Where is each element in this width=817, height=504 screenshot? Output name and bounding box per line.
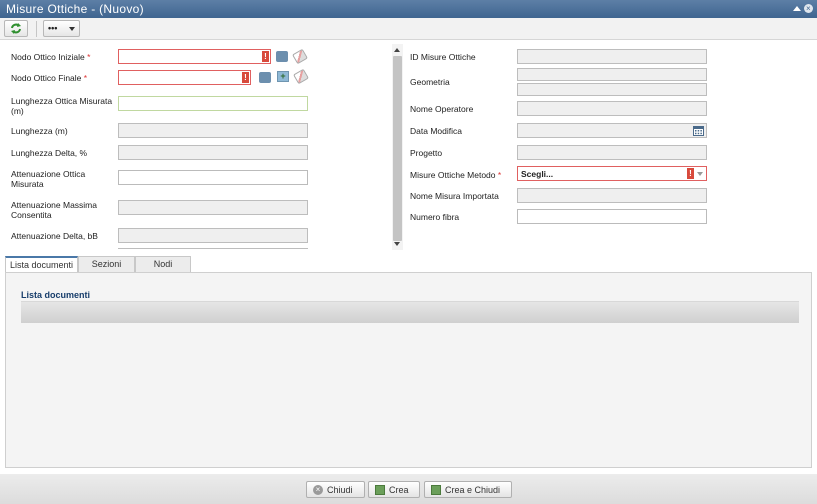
toolbar-separator bbox=[36, 21, 37, 37]
eraser-icon[interactable] bbox=[292, 48, 308, 65]
progetto-field bbox=[517, 145, 707, 160]
more-icon: ••• bbox=[48, 23, 58, 33]
label-lunghezza-misurata: Lunghezza Ottica Misurata (m) bbox=[11, 96, 113, 116]
nome-operatore-field bbox=[517, 101, 707, 116]
label-geometria: Geometria bbox=[410, 77, 450, 87]
chevron-down-icon bbox=[69, 27, 75, 31]
create-icon bbox=[431, 484, 441, 495]
label-attenuazione-massima: Attenuazione Massima Consentita bbox=[11, 200, 97, 220]
refresh-button[interactable] bbox=[4, 20, 28, 37]
numero-fibra-input[interactable] bbox=[517, 209, 707, 224]
toolbar: ••• bbox=[0, 18, 817, 40]
refresh-icon bbox=[11, 23, 21, 34]
close-icon[interactable]: × bbox=[804, 4, 813, 13]
attenuazione-massima-field bbox=[118, 200, 308, 215]
tab-nodi[interactable]: Nodi bbox=[135, 256, 191, 272]
tab-panel: Lista documenti bbox=[5, 272, 812, 468]
calendar-icon[interactable] bbox=[693, 125, 704, 136]
select-icon[interactable] bbox=[276, 51, 288, 62]
chiudi-label: Chiudi bbox=[327, 484, 353, 495]
footer-bar: × Chiudi Crea Crea e Chiudi bbox=[0, 474, 817, 504]
error-icon: ! bbox=[262, 51, 269, 62]
label-numero-fibra: Numero fibra bbox=[410, 212, 460, 222]
label-progetto: Progetto bbox=[410, 148, 443, 158]
label-nome-misura: Nome Misura Importata bbox=[410, 191, 499, 201]
crea-e-chiudi-button[interactable]: Crea e Chiudi bbox=[424, 481, 512, 498]
error-icon: ! bbox=[687, 168, 694, 179]
label-lunghezza: Lunghezza (m) bbox=[11, 126, 68, 136]
geometria-field-2 bbox=[517, 83, 707, 96]
lunghezza-field bbox=[118, 123, 308, 138]
panel-title: Lista documenti bbox=[21, 290, 91, 300]
chevron-down-icon[interactable] bbox=[697, 172, 703, 176]
label-nodo-finale: Nodo Ottico Finale * bbox=[11, 73, 88, 83]
label-attenuazione-misurata: Attenuazione Ottica Misurata bbox=[11, 169, 86, 189]
crea-button[interactable]: Crea bbox=[368, 481, 420, 498]
label-data-modifica: Data Modifica bbox=[410, 126, 462, 136]
scrollbar-thumb[interactable] bbox=[393, 56, 402, 241]
create-icon bbox=[375, 484, 385, 495]
label-nodo-iniziale: Nodo Ottico Iniziale * bbox=[11, 52, 91, 62]
crea-label: Crea bbox=[389, 484, 409, 495]
metodo-select[interactable]: Scegli... ! bbox=[517, 166, 707, 181]
label-nome-operatore: Nome Operatore bbox=[410, 104, 474, 114]
data-modifica-field bbox=[517, 123, 707, 138]
select-icon[interactable] bbox=[259, 72, 271, 83]
error-icon: ! bbox=[242, 72, 249, 83]
window-titlebar: Misure Ottiche - (Nuovo) × bbox=[0, 0, 817, 18]
lunghezza-delta-field bbox=[118, 145, 308, 160]
eraser-icon[interactable] bbox=[293, 68, 309, 85]
scroll-up-icon[interactable] bbox=[394, 48, 400, 52]
nodo-finale-input[interactable]: ! bbox=[118, 70, 251, 85]
add-icon[interactable]: + bbox=[277, 71, 289, 82]
scroll-down-icon[interactable] bbox=[394, 242, 400, 246]
document-list-header bbox=[21, 301, 799, 323]
chiudi-button[interactable]: × Chiudi bbox=[306, 481, 365, 498]
nome-misura-field bbox=[517, 188, 707, 203]
collapse-icon[interactable] bbox=[793, 6, 801, 11]
close-icon: × bbox=[313, 484, 323, 495]
id-misure-field bbox=[517, 49, 707, 64]
label-lunghezza-delta: Lunghezza Delta, % bbox=[11, 148, 88, 158]
label-metodo: Misure Ottiche Metodo * bbox=[410, 170, 502, 180]
window-title: Misure Ottiche - (Nuovo) bbox=[6, 2, 144, 16]
tab-lista-documenti[interactable]: Lista documenti bbox=[5, 256, 78, 273]
attenuazione-delta-field bbox=[118, 228, 308, 243]
crea-e-chiudi-label: Crea e Chiudi bbox=[445, 484, 501, 495]
nodo-iniziale-input[interactable]: ! bbox=[118, 49, 271, 64]
attenuazione-misurata-input[interactable] bbox=[118, 170, 308, 185]
label-attenuazione-delta: Attenuazione Delta, bB bbox=[11, 231, 98, 241]
label-id-misure: ID Misure Ottiche bbox=[410, 52, 476, 62]
tab-sezioni[interactable]: Sezioni bbox=[78, 256, 135, 272]
next-field-edge bbox=[118, 248, 308, 250]
metodo-selected-value: Scegli... bbox=[521, 169, 554, 179]
lunghezza-misurata-input[interactable] bbox=[118, 96, 308, 111]
form-scrollbar[interactable] bbox=[392, 44, 403, 250]
geometria-field-1 bbox=[517, 68, 707, 81]
more-actions-button[interactable]: ••• bbox=[43, 20, 80, 37]
